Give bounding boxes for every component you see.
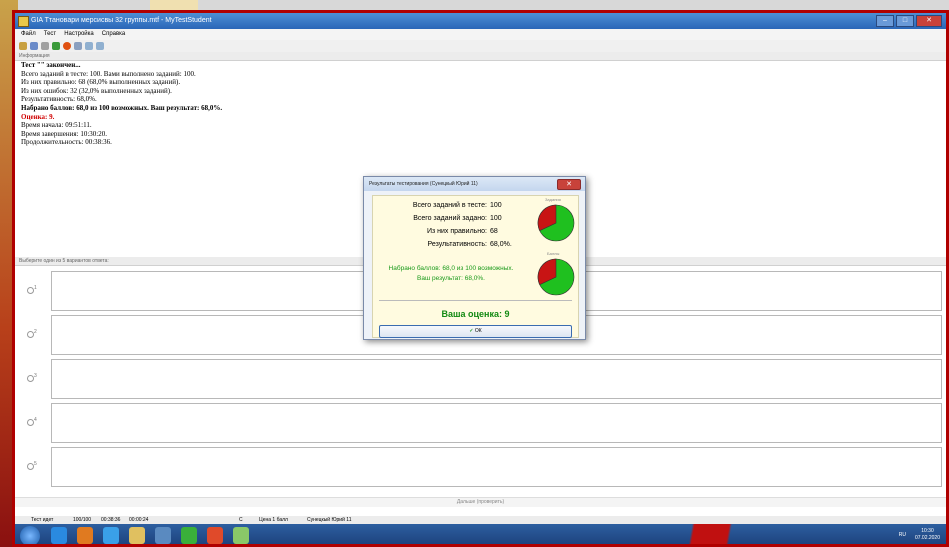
info-start-time: Время начала: 09:51:11.: [21, 121, 92, 130]
radio-button[interactable]: [27, 463, 34, 470]
pie-score-caption: Баллы: [547, 251, 560, 256]
menu-help[interactable]: Справка: [102, 29, 126, 40]
status-bar: Тест идет 100/100 00:38:36 00:00:24 С Це…: [15, 516, 946, 524]
menu-settings[interactable]: Настройка: [64, 29, 94, 40]
stat-value: 100: [490, 215, 502, 222]
close-button[interactable]: ✕: [916, 15, 942, 27]
status-task-time: 00:00:24: [129, 517, 149, 523]
media-icon[interactable]: [77, 527, 93, 544]
radio-button[interactable]: [27, 287, 34, 294]
help-icon[interactable]: [74, 42, 82, 50]
radio-button[interactable]: [27, 375, 34, 382]
explorer-icon[interactable]: [129, 527, 145, 544]
pie-tasks-caption: Задания: [545, 197, 561, 202]
info-end-time: Время завершения: 10:30:20.: [21, 129, 107, 138]
answer-number: 4: [34, 417, 37, 423]
grade-text: Ваша оценка: 9: [441, 309, 510, 319]
window-titlebar: GIA Ттановари мерсисвы 32 группы.mtf - M…: [15, 13, 946, 29]
background-stripe: [655, 524, 775, 544]
language-indicator[interactable]: RU: [899, 532, 906, 538]
taskbar: RU 10:30 07.02.2020: [15, 524, 946, 544]
open-icon[interactable]: [19, 42, 27, 50]
mytest-icon[interactable]: [233, 527, 249, 544]
answer-text-box[interactable]: [51, 447, 942, 487]
dialog-title: Результаты тестирования (Сунецкый Юрий 1…: [369, 181, 478, 187]
player-icon[interactable]: [181, 527, 197, 544]
menu-test[interactable]: Тест: [44, 29, 56, 40]
info-grade: Оценка: 9.: [21, 112, 55, 121]
radio-button[interactable]: [27, 419, 34, 426]
status-user: Сунецкый Юрий 11: [307, 517, 352, 523]
play-icon[interactable]: [52, 42, 60, 50]
minimize-button[interactable]: –: [876, 15, 894, 27]
stat-label: Всего заданий в тесте:: [412, 202, 487, 209]
info-score: Набрано баллов: 68,0 из 100 возможных. В…: [21, 103, 223, 112]
close-icon[interactable]: [41, 42, 49, 50]
check-icon: ✓: [469, 328, 474, 334]
stat-label: Результативность:: [427, 241, 487, 248]
clock-date: 07.02.2020: [914, 535, 940, 541]
stat-value: 68: [490, 228, 498, 235]
answer-number: 2: [34, 329, 37, 335]
stat-value: 68,0%.: [490, 241, 512, 248]
stat-label: Из них правильно:: [426, 228, 487, 235]
answer-option[interactable]: 5: [15, 445, 946, 489]
score-line-2: Ваш результат: 68,0%.: [417, 275, 485, 282]
ok-button[interactable]: ✓ ОК: [379, 325, 572, 338]
answer-option[interactable]: 3: [15, 357, 946, 401]
maximize-button[interactable]: □: [896, 15, 914, 27]
ok-label: ОК: [474, 328, 482, 334]
status-progress: 100/100: [73, 517, 92, 523]
toolbar: [15, 40, 946, 52]
answer-number: 5: [34, 461, 37, 467]
save-icon[interactable]: [30, 42, 38, 50]
info-errors: Из них ошибок: 32 (32,0% выполненных зад…: [21, 86, 172, 95]
dialog-close-button[interactable]: ✕: [557, 179, 581, 190]
stat-value: 100: [490, 202, 502, 209]
info-test-finished: Тест "" закончен...: [21, 61, 81, 69]
menu-file[interactable]: Файл: [21, 29, 36, 40]
info-efficiency: Результативность: 68,0%.: [21, 95, 97, 104]
answer-text-box[interactable]: [51, 403, 942, 443]
next-check-button[interactable]: Дальше (проверить): [15, 497, 946, 507]
record-icon[interactable]: [63, 42, 71, 50]
chrome2-icon[interactable]: [207, 527, 223, 544]
answer-number: 1: [34, 285, 37, 291]
answer-option[interactable]: 4: [15, 401, 946, 445]
start-button[interactable]: [20, 526, 40, 544]
network-icon[interactable]: [155, 527, 171, 544]
score-pie-chart: [537, 258, 575, 296]
dialog-body: Всего заданий в тесте: 100 Всего заданий…: [372, 195, 579, 338]
info-panel: Тест "" закончен... Всего заданий в тест…: [21, 61, 222, 147]
radio-button[interactable]: [27, 331, 34, 338]
dialog-separator: [379, 300, 572, 301]
menu-bar: Файл Тест Настройка Справка: [15, 29, 946, 40]
window-title: GIA Ттановари мерсисвы 32 группы.mtf - M…: [31, 17, 212, 24]
zoom-in-icon[interactable]: [85, 42, 93, 50]
info-header: Информация: [15, 52, 946, 61]
tasks-pie-chart: [537, 204, 575, 242]
info-total-tasks: Всего заданий в тесте: 100. Вами выполне…: [21, 69, 196, 78]
answer-text-box[interactable]: [51, 359, 942, 399]
results-dialog: Результаты тестирования (Сунецкый Юрий 1…: [363, 176, 586, 340]
status-elapsed: 00:38:36: [101, 517, 121, 523]
info-duration: Продолжительность: 00:38:36.: [21, 138, 112, 147]
info-correct: Из них правильно: 68 (68,0% выполненных …: [21, 78, 181, 87]
window-controls: – □ ✕: [876, 15, 942, 27]
clock-time: 10:30: [921, 528, 934, 534]
status-price: Цена 1 балл: [259, 517, 288, 523]
status-mode: С: [239, 517, 243, 523]
score-line-1: Набрано баллов: 68,0 из 100 возможных.: [388, 265, 514, 272]
answer-number: 3: [34, 373, 37, 379]
status-state: Тест идет: [31, 517, 54, 523]
chrome-icon[interactable]: [51, 527, 67, 544]
clock[interactable]: 10:30 07.02.2020: [915, 528, 940, 542]
app-icon: [18, 16, 29, 27]
ie-icon[interactable]: [103, 527, 119, 544]
zoom-out-icon[interactable]: [96, 42, 104, 50]
stat-label: Всего заданий задано:: [413, 215, 487, 222]
dialog-titlebar: Результаты тестирования (Сунецкый Юрий 1…: [364, 177, 585, 191]
